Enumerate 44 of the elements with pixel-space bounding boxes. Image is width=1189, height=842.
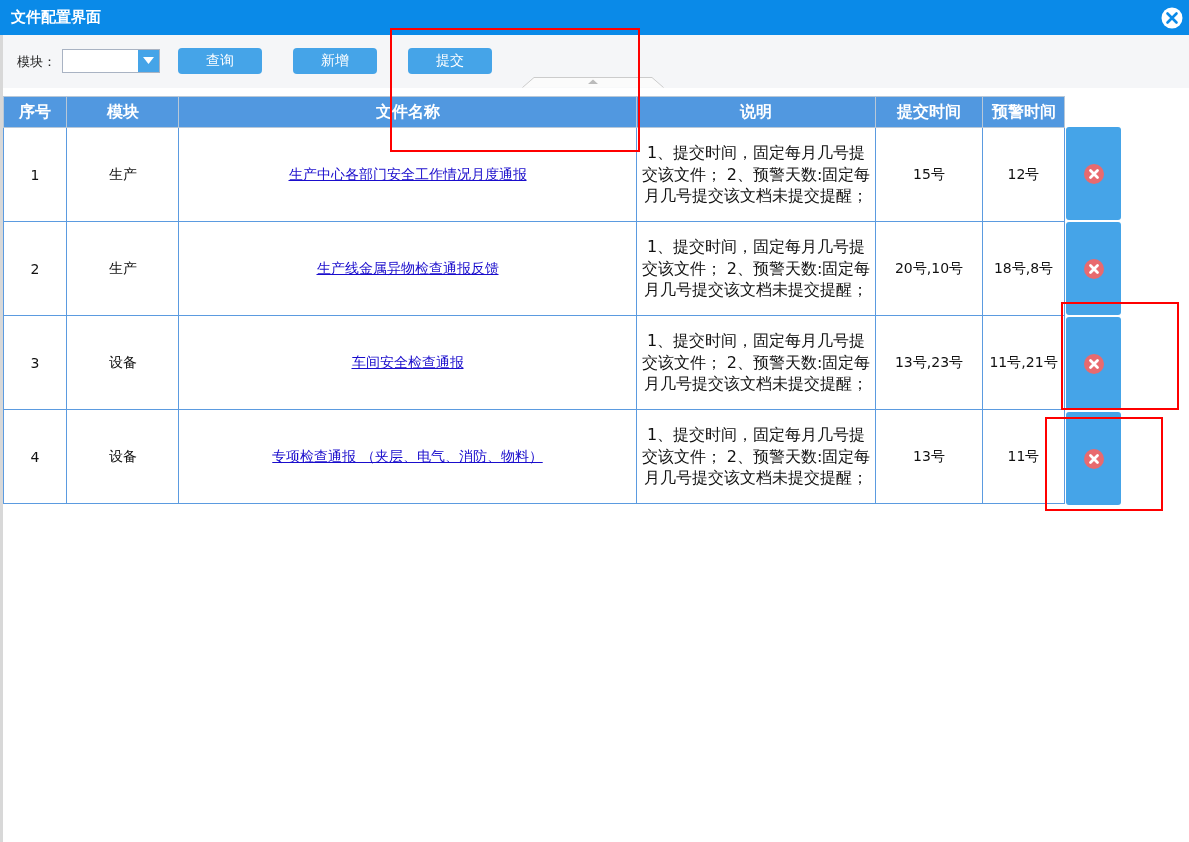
table-cell: 设备 [66,409,179,504]
delete-button[interactable] [1066,222,1121,315]
delete-icon [1083,163,1104,184]
file-link[interactable]: 生产线金属异物检查通报反馈 [316,259,499,276]
table-cell: 生产 [66,127,179,222]
table-cell: 1、提交时间，固定每月几号提交该文件； 2、预警天数:固定每月几号提交该文档未提交提醒； [636,315,876,410]
window-title: 文件配置界面 [11,8,101,27]
table-cell: 3 [3,315,67,410]
table-cell: 20号,10号 [875,221,983,316]
delete-button[interactable] [1066,317,1121,410]
filter-label: 模块： [17,52,56,71]
table-cell: 12号 [982,127,1065,222]
table-cell: 15号 [875,127,983,222]
table-cell: 13号 [875,409,983,504]
caret-icon [143,57,154,64]
file-link[interactable]: 车间安全检查通报 [351,353,464,370]
table-cell: 生产 [66,221,179,316]
file-link[interactable]: 专项检查通报 （夹层、电气、消防、物料） [272,447,543,464]
close-icon[interactable] [1161,6,1183,29]
table-cell: 13号,23号 [875,315,983,410]
file-link[interactable]: 生产中心各部门安全工作情况月度通报 [288,165,527,182]
column-header: 提交时间 [875,96,983,128]
column-header: 文件名称 [178,96,637,128]
table-cell: 1、提交时间，固定每月几号提交该文件； 2、预警天数:固定每月几号提交该文档未提交提醒； [636,409,876,504]
column-header: 模块 [66,96,179,128]
delete-icon [1083,448,1104,469]
delete-icon [1083,258,1104,279]
delete-icon [1083,353,1104,374]
module-dropdown[interactable] [62,48,160,73]
column-header: 预警时间 [982,96,1065,128]
table-cell: 设备 [66,315,179,410]
delete-button[interactable] [1066,127,1121,220]
table-cell: 2 [3,221,67,316]
table-cell: 4 [3,409,67,504]
table-cell: 1、提交时间，固定每月几号提交该文件； 2、预警天数:固定每月几号提交该文档未提交提醒； [636,127,876,222]
table-cell: 1、提交时间，固定每月几号提交该文件； 2、预警天数:固定每月几号提交该文档未提交提醒； [636,221,876,316]
delete-button[interactable] [1066,412,1121,505]
table-cell: 11号 [982,409,1065,504]
column-header: 说明 [636,96,876,128]
table-cell: 18号,8号 [982,221,1065,316]
table-cell: 11号,21号 [982,315,1065,410]
table-cell: 1 [3,127,67,222]
collapse-handle[interactable] [522,77,664,88]
column-header: 序号 [3,96,67,128]
